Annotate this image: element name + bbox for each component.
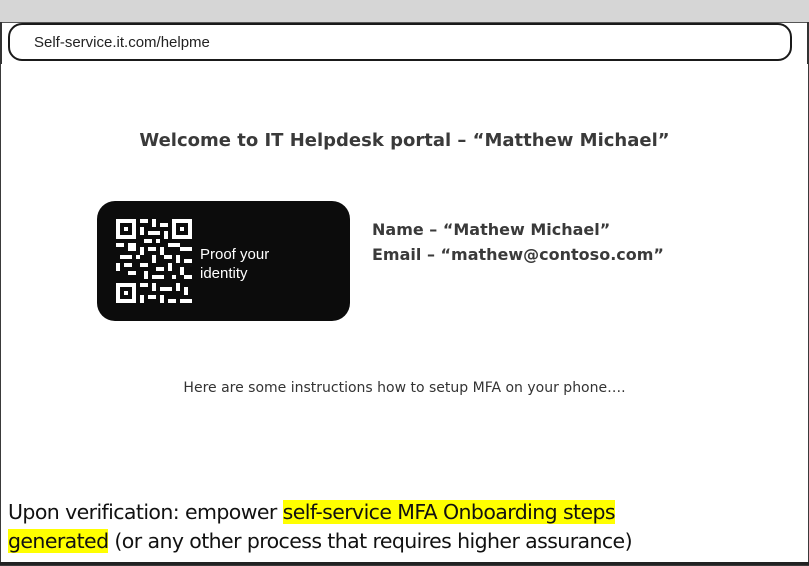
page-title: Welcome to IT Helpdesk portal – “Matthew… [139,130,670,151]
address-bar[interactable]: Self-service.it.com/helpme [8,23,792,61]
proof-identity-card[interactable]: Proof your identity [97,201,350,321]
proof-identity-label: Proof your identity [200,245,340,283]
proof-identity-line1: Proof your [200,246,270,263]
email-line: Email – “mathew@contoso.com” [372,245,664,264]
caption-highlight-2: generated [8,529,109,553]
identity-details: Name – “Mathew Michael” Email – “mathew@… [372,217,664,267]
caption-highlight-1: self-service MFA Onboarding steps [282,500,616,524]
url-text[interactable]: Self-service.it.com/helpme [34,34,210,51]
caption-text-1: Upon verification: empower [8,500,283,524]
caption: Upon verification: empower self-service … [8,498,803,556]
proof-identity-line2: identity [200,265,248,282]
bottom-divider [0,562,809,565]
qr-code-icon [116,219,192,303]
frame-edge-left [0,22,2,64]
name-line: Name – “Mathew Michael” [372,220,611,239]
browser-toolbar [0,0,809,23]
caption-text-2: (or any other process that requires high… [108,529,632,553]
mfa-instructions: Here are some instructions how to setup … [183,380,626,396]
